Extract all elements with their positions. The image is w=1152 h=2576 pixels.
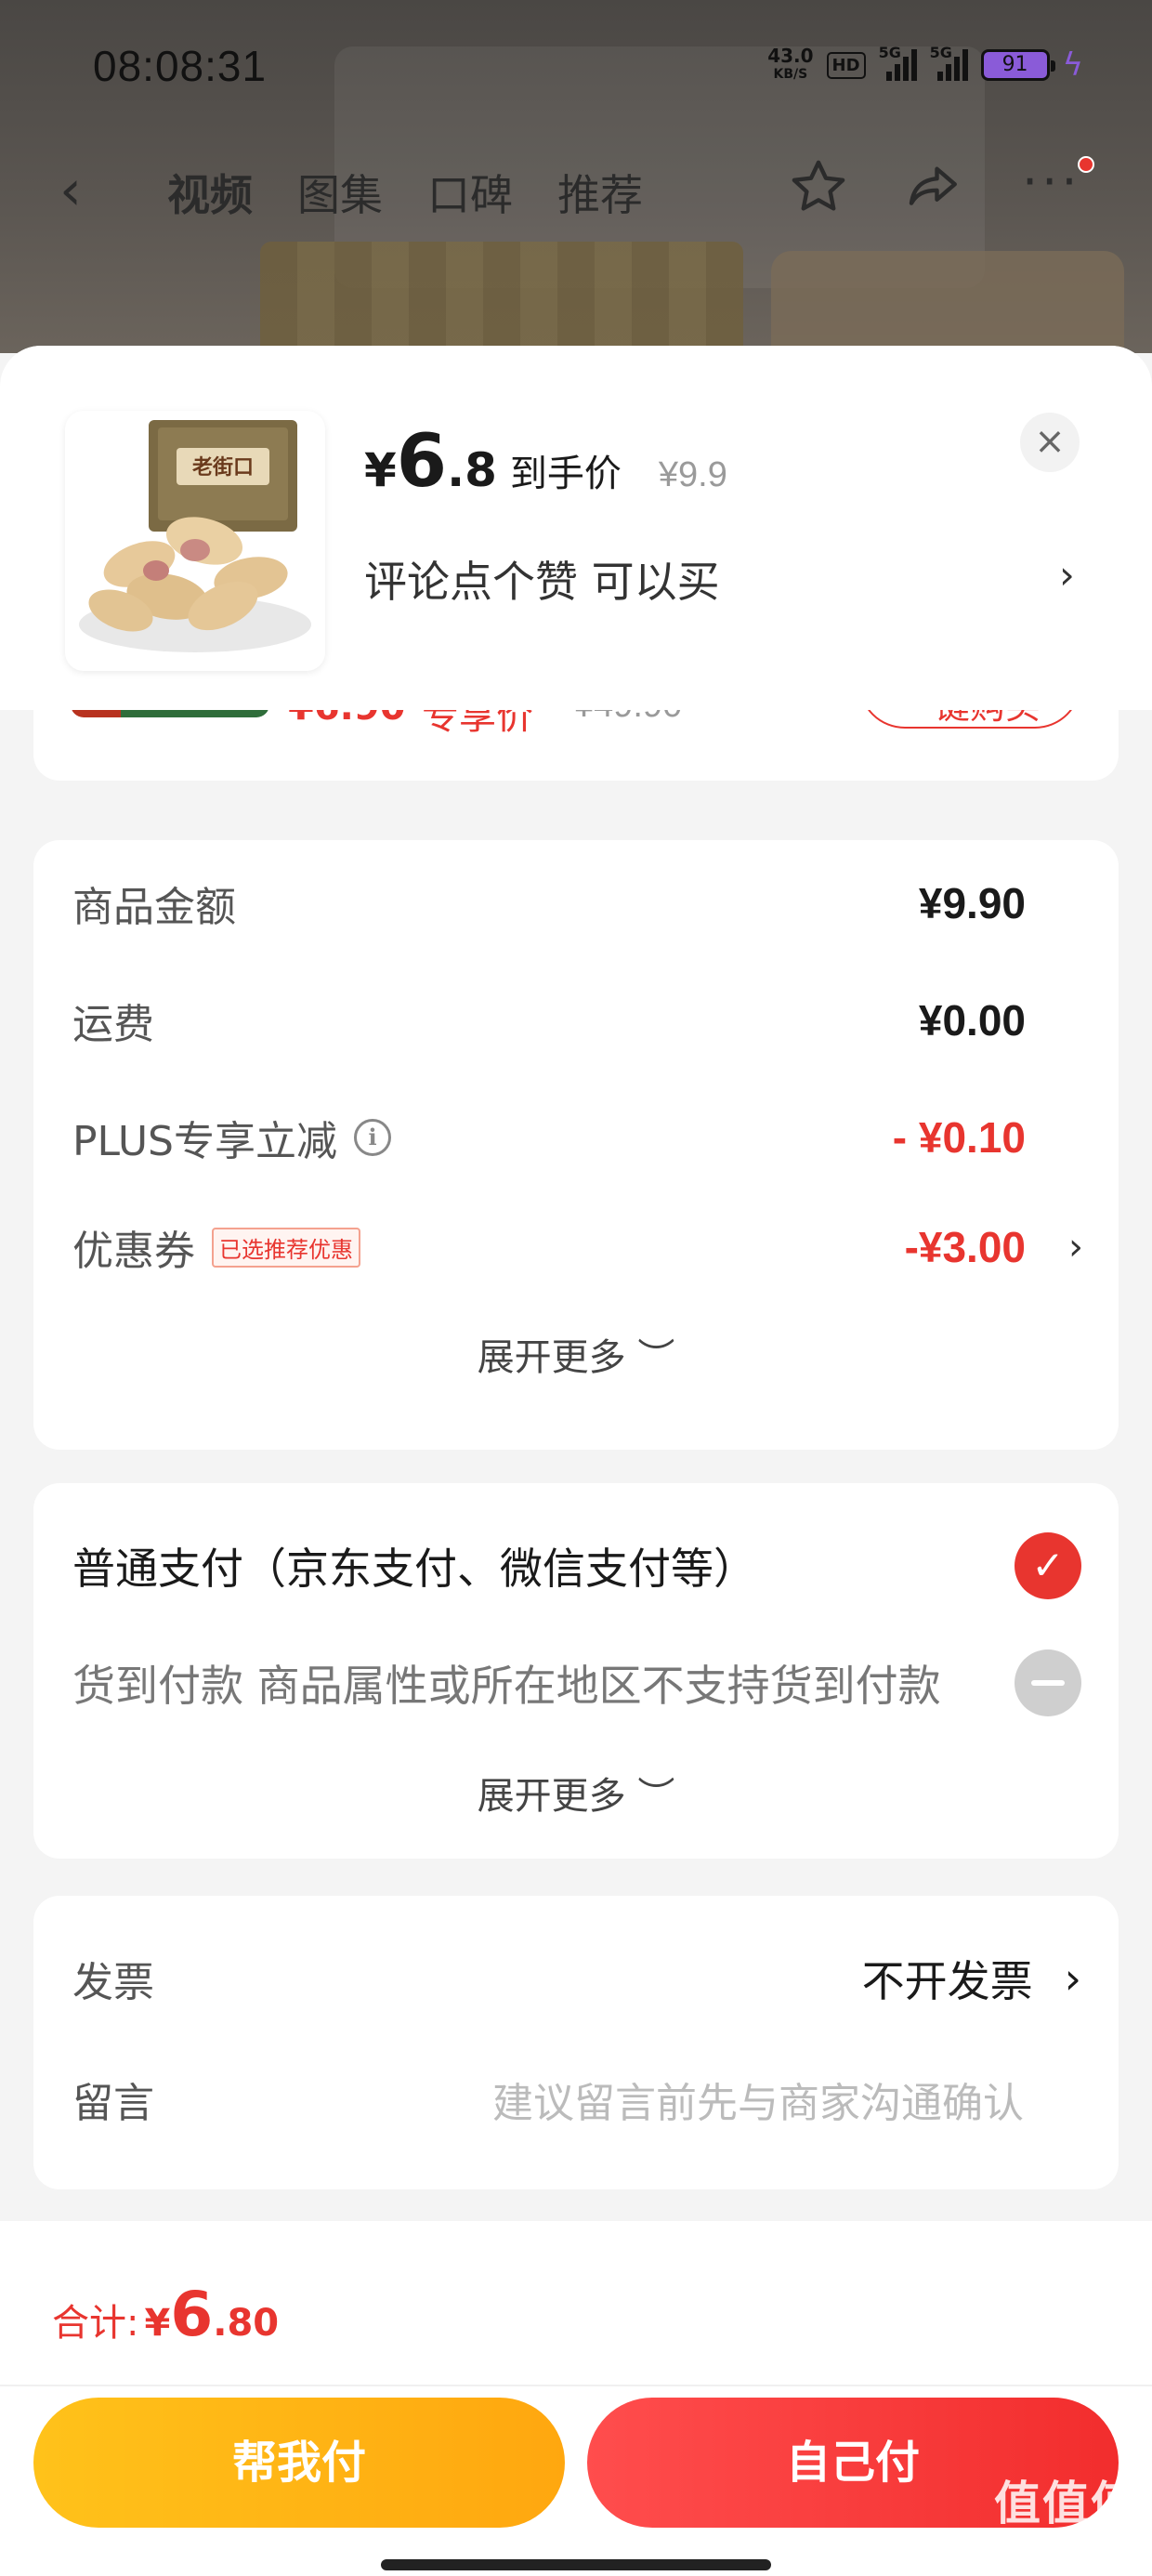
amount-label: PLUS专享立减 i xyxy=(72,1108,391,1167)
amount-value: ¥9.90 xyxy=(918,879,1026,927)
tab-video[interactable]: 视频 xyxy=(167,162,253,223)
star-icon[interactable] xyxy=(788,156,849,217)
message-input[interactable]: 建议留言前先与商家沟通确认 xyxy=(492,2070,1024,2129)
payment-label: 普通支付（京东支付、微信支付等） xyxy=(72,1544,756,1594)
payment-label: 货到付款 商品属性或所在地区不支持货到付款 xyxy=(72,1661,941,1711)
price-currency: ¥ xyxy=(364,443,397,497)
coupon-tag: 已选推荐优惠 xyxy=(212,1227,360,1268)
home-indicator[interactable] xyxy=(381,2559,771,2570)
watermark: 值值值 zhizhizhi.com xyxy=(994,2466,1139,2556)
status-icons: 43.0 KB/S HD 5G 5G 91 ϟ xyxy=(767,44,1083,84)
watermark-logo: 值值值 xyxy=(994,2477,1139,2530)
invoice-row[interactable]: 发票 不开发票 › xyxy=(72,1946,1081,2011)
total-integer: 6 xyxy=(170,2279,214,2350)
plus-discount-label: PLUS专享立减 xyxy=(72,1118,337,1165)
network-speed-unit: KB/S xyxy=(773,67,808,82)
expand-more-button[interactable]: 展开更多 ︶ xyxy=(33,1327,1119,1381)
nav-tabs: 视频 图集 口碑 推荐 xyxy=(167,162,643,223)
amount-label: 商品金额 xyxy=(72,884,236,931)
back-icon[interactable]: ‹ xyxy=(59,158,82,223)
coupon-label: 优惠券 xyxy=(72,1228,195,1275)
battery-icon: 91 xyxy=(980,49,1055,81)
peanut-image: 老街口 xyxy=(79,420,311,652)
product-thumbnail-2 xyxy=(771,251,1124,353)
status-bar: 08:08:31 43.0 KB/S HD 5G 5G 91 ϟ xyxy=(0,0,1152,139)
network-speed-value: 43.0 xyxy=(767,45,814,67)
original-price: ¥9.9 xyxy=(658,455,727,494)
chevron-right-icon[interactable]: › xyxy=(1065,1953,1081,2004)
tab-gallery[interactable]: 图集 xyxy=(297,162,383,223)
message-label: 留言 xyxy=(72,2080,154,2127)
amount-label: 优惠券 已选推荐优惠 xyxy=(72,1217,360,1277)
hd-icon: HD xyxy=(826,51,866,79)
tab-recommend[interactable]: 推荐 xyxy=(557,162,643,223)
amount-value: -¥3.00 xyxy=(904,1223,1026,1271)
tab-reviews[interactable]: 口碑 xyxy=(427,162,513,223)
signal-label: 5G xyxy=(878,44,901,61)
price-decimal: .8 xyxy=(447,443,497,497)
signal-icon: 5G xyxy=(879,44,917,81)
total-decimal: .80 xyxy=(213,2302,280,2345)
price-label: 到手价 xyxy=(509,453,622,495)
more-icon[interactable]: ··· xyxy=(1022,152,1081,211)
info-icon[interactable]: i xyxy=(354,1119,391,1156)
disabled-icon xyxy=(1015,1649,1081,1716)
product-image: 老街口 xyxy=(65,411,325,671)
message-row[interactable]: 留言 建议留言前先与商家沟通确认 xyxy=(72,2067,1081,2132)
amount-value: - ¥0.10 xyxy=(892,1113,1026,1162)
total-label: 合计: xyxy=(52,2302,139,2345)
network-speed: 43.0 KB/S xyxy=(767,46,813,84)
payment-option-normal[interactable]: 普通支付（京东支付、微信支付等） ✓ xyxy=(72,1532,1081,1599)
invoice-card: 发票 不开发票 › 留言 建议留言前先与商家沟通确认 xyxy=(33,1896,1119,2189)
amount-card: 商品金额 ¥9.90 运费 ¥0.00 PLUS专享立减 i - ¥0.10 优… xyxy=(33,840,1119,1450)
invoice-value: 不开发票 › xyxy=(862,1948,1081,2009)
invoice-value-text: 不开发票 xyxy=(861,1956,1033,2006)
divider xyxy=(0,2385,1152,2386)
help-pay-button[interactable]: 帮我付 xyxy=(33,2398,565,2528)
amount-row-plus: PLUS专享立减 i - ¥0.10 xyxy=(72,1110,1026,1165)
sheet-header: 老街口 ¥ 6 .8 到手价 ¥9.9 评论点个赞 可以买 › × xyxy=(0,346,1152,710)
price-integer: 6 xyxy=(396,420,448,504)
payment-option-cod: 货到付款 商品属性或所在地区不支持货到付款 xyxy=(72,1649,1081,1716)
expand-more-button[interactable]: 展开更多 ︶ xyxy=(33,1766,1119,1820)
amount-row-shipping: 运费 ¥0.00 xyxy=(72,992,1026,1048)
bottom-bar: 合计: ¥ 6 .80 帮我付 自己付 值值值 zhizhizhi.com xyxy=(0,2221,1152,2576)
promo-text[interactable]: 评论点个赞 可以买 xyxy=(364,548,720,610)
nav-bar: ‹ 视频 图集 口碑 推荐 ··· xyxy=(0,139,1152,242)
payment-card: 普通支付（京东支付、微信支付等） ✓ 货到付款 商品属性或所在地区不支持货到付款… xyxy=(33,1483,1119,1859)
total-price: 合计: ¥ 6 .80 xyxy=(52,2279,279,2350)
status-time: 08:08:31 xyxy=(93,42,268,90)
amount-value: ¥0.00 xyxy=(918,996,1026,1045)
checkout-sheet: 夜宴 ¥6.90 专享价 ¥49.90 一键购买 老街口 xyxy=(0,346,1152,2576)
chevron-right-icon[interactable]: › xyxy=(1059,552,1075,598)
checked-icon[interactable]: ✓ xyxy=(1015,1532,1081,1599)
invoice-label: 发票 xyxy=(72,1959,154,2006)
amount-label: 运费 xyxy=(72,1001,154,1048)
background-page: 08:08:31 43.0 KB/S HD 5G 5G 91 ϟ ‹ 视频 图集… xyxy=(0,0,1152,353)
close-button[interactable]: × xyxy=(1020,413,1080,472)
share-icon[interactable] xyxy=(901,156,962,217)
signal-label-2: 5G xyxy=(929,44,952,61)
price-line: ¥ 6 .8 到手价 ¥9.9 xyxy=(364,420,727,504)
chevron-right-icon[interactable]: › xyxy=(1068,1226,1083,1268)
total-currency: ¥ xyxy=(144,2302,171,2345)
amount-row-coupon[interactable]: 优惠券 已选推荐优惠 -¥3.00 › xyxy=(72,1217,1083,1277)
signal-icon-2: 5G xyxy=(930,44,968,81)
charging-icon: ϟ xyxy=(1062,46,1083,84)
svg-text:老街口: 老街口 xyxy=(191,455,254,480)
product-thumbnail-1 xyxy=(260,242,743,353)
notification-dot xyxy=(1078,156,1094,173)
watermark-url: zhizhizhi.com xyxy=(1003,2533,1130,2556)
amount-row-subtotal: 商品金额 ¥9.90 xyxy=(72,875,1026,931)
